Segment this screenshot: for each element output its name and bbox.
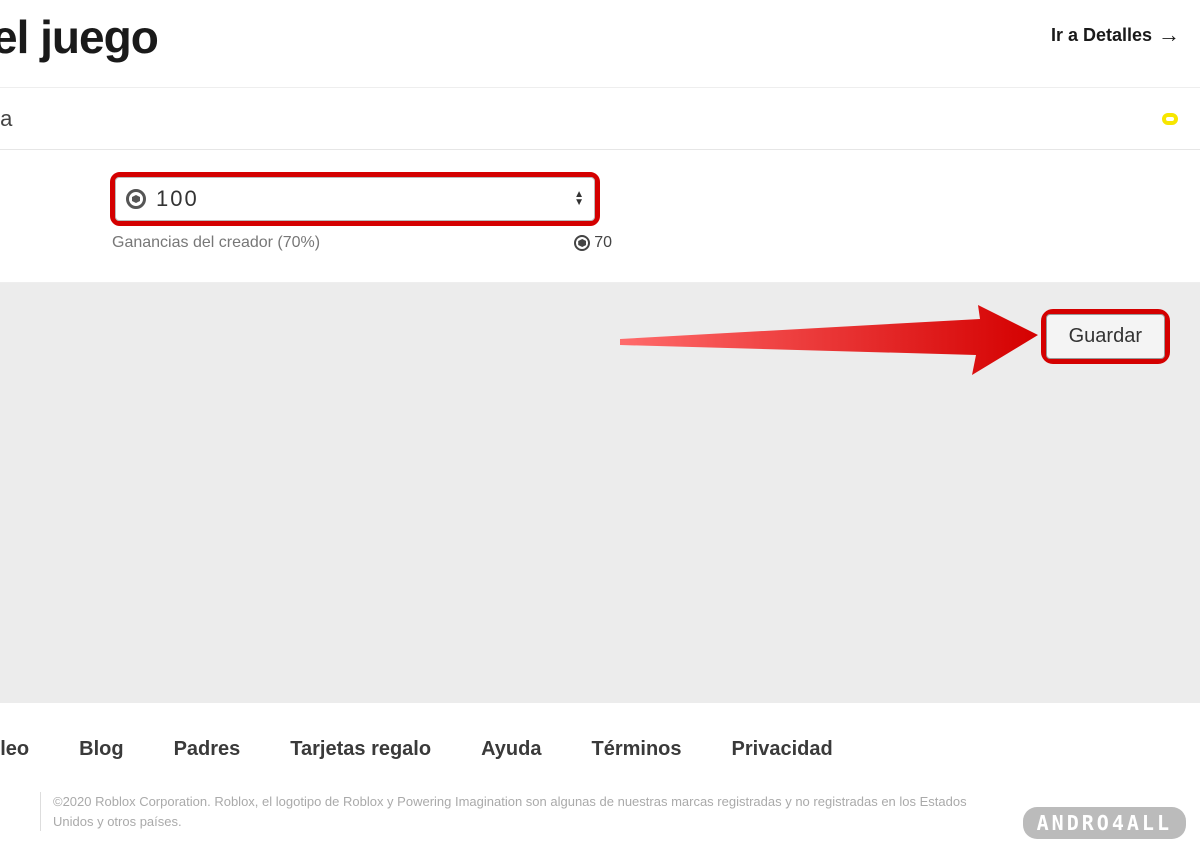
footer-link[interactable]: Términos (591, 738, 681, 761)
save-button[interactable]: Guardar (1046, 314, 1165, 359)
footer-nav: oleo Blog Padres Tarjetas regalo Ayuda T… (0, 738, 1200, 761)
copyright-text: ©2020 Roblox Corporation. Roblox, el log… (40, 792, 1000, 831)
robux-icon (574, 235, 590, 251)
footer-link[interactable]: Privacidad (732, 738, 833, 761)
sale-row-label: ta (0, 106, 12, 132)
highlight-save: Guardar (1041, 309, 1170, 364)
stepper-icon[interactable]: ▲▼ (574, 191, 588, 207)
footer-link[interactable]: Padres (174, 738, 241, 761)
footer-link[interactable]: oleo (0, 738, 29, 761)
price-value: 100 (156, 186, 574, 212)
earnings-value: 70 (594, 234, 612, 252)
footer-link[interactable]: Tarjetas regalo (290, 738, 431, 761)
details-link-label: Ir a Detalles (1051, 25, 1152, 46)
footer-link[interactable]: Blog (79, 738, 123, 761)
robux-icon (126, 189, 146, 209)
footer-link[interactable]: Ayuda (481, 738, 541, 761)
price-input[interactable]: 100 ▲▼ (115, 177, 595, 221)
save-area: Guardar (0, 283, 1200, 703)
page-title: el juego (0, 0, 158, 79)
details-link[interactable]: Ir a Detalles → (1051, 24, 1180, 46)
highlight-price: 100 ▲▼ (110, 172, 600, 226)
sale-section: ta 100 ▲▼ Ganancias del creador (70%) (0, 87, 1200, 283)
watermark: ANDRO4ALL (1023, 807, 1186, 839)
annotation-arrow-icon (620, 301, 1040, 381)
highlight-toggle (1162, 113, 1178, 125)
earnings-label: Ganancias del creador (70%) (112, 234, 320, 252)
toggle-knob (1142, 121, 1168, 147)
arrow-right-icon: → (1158, 24, 1180, 46)
